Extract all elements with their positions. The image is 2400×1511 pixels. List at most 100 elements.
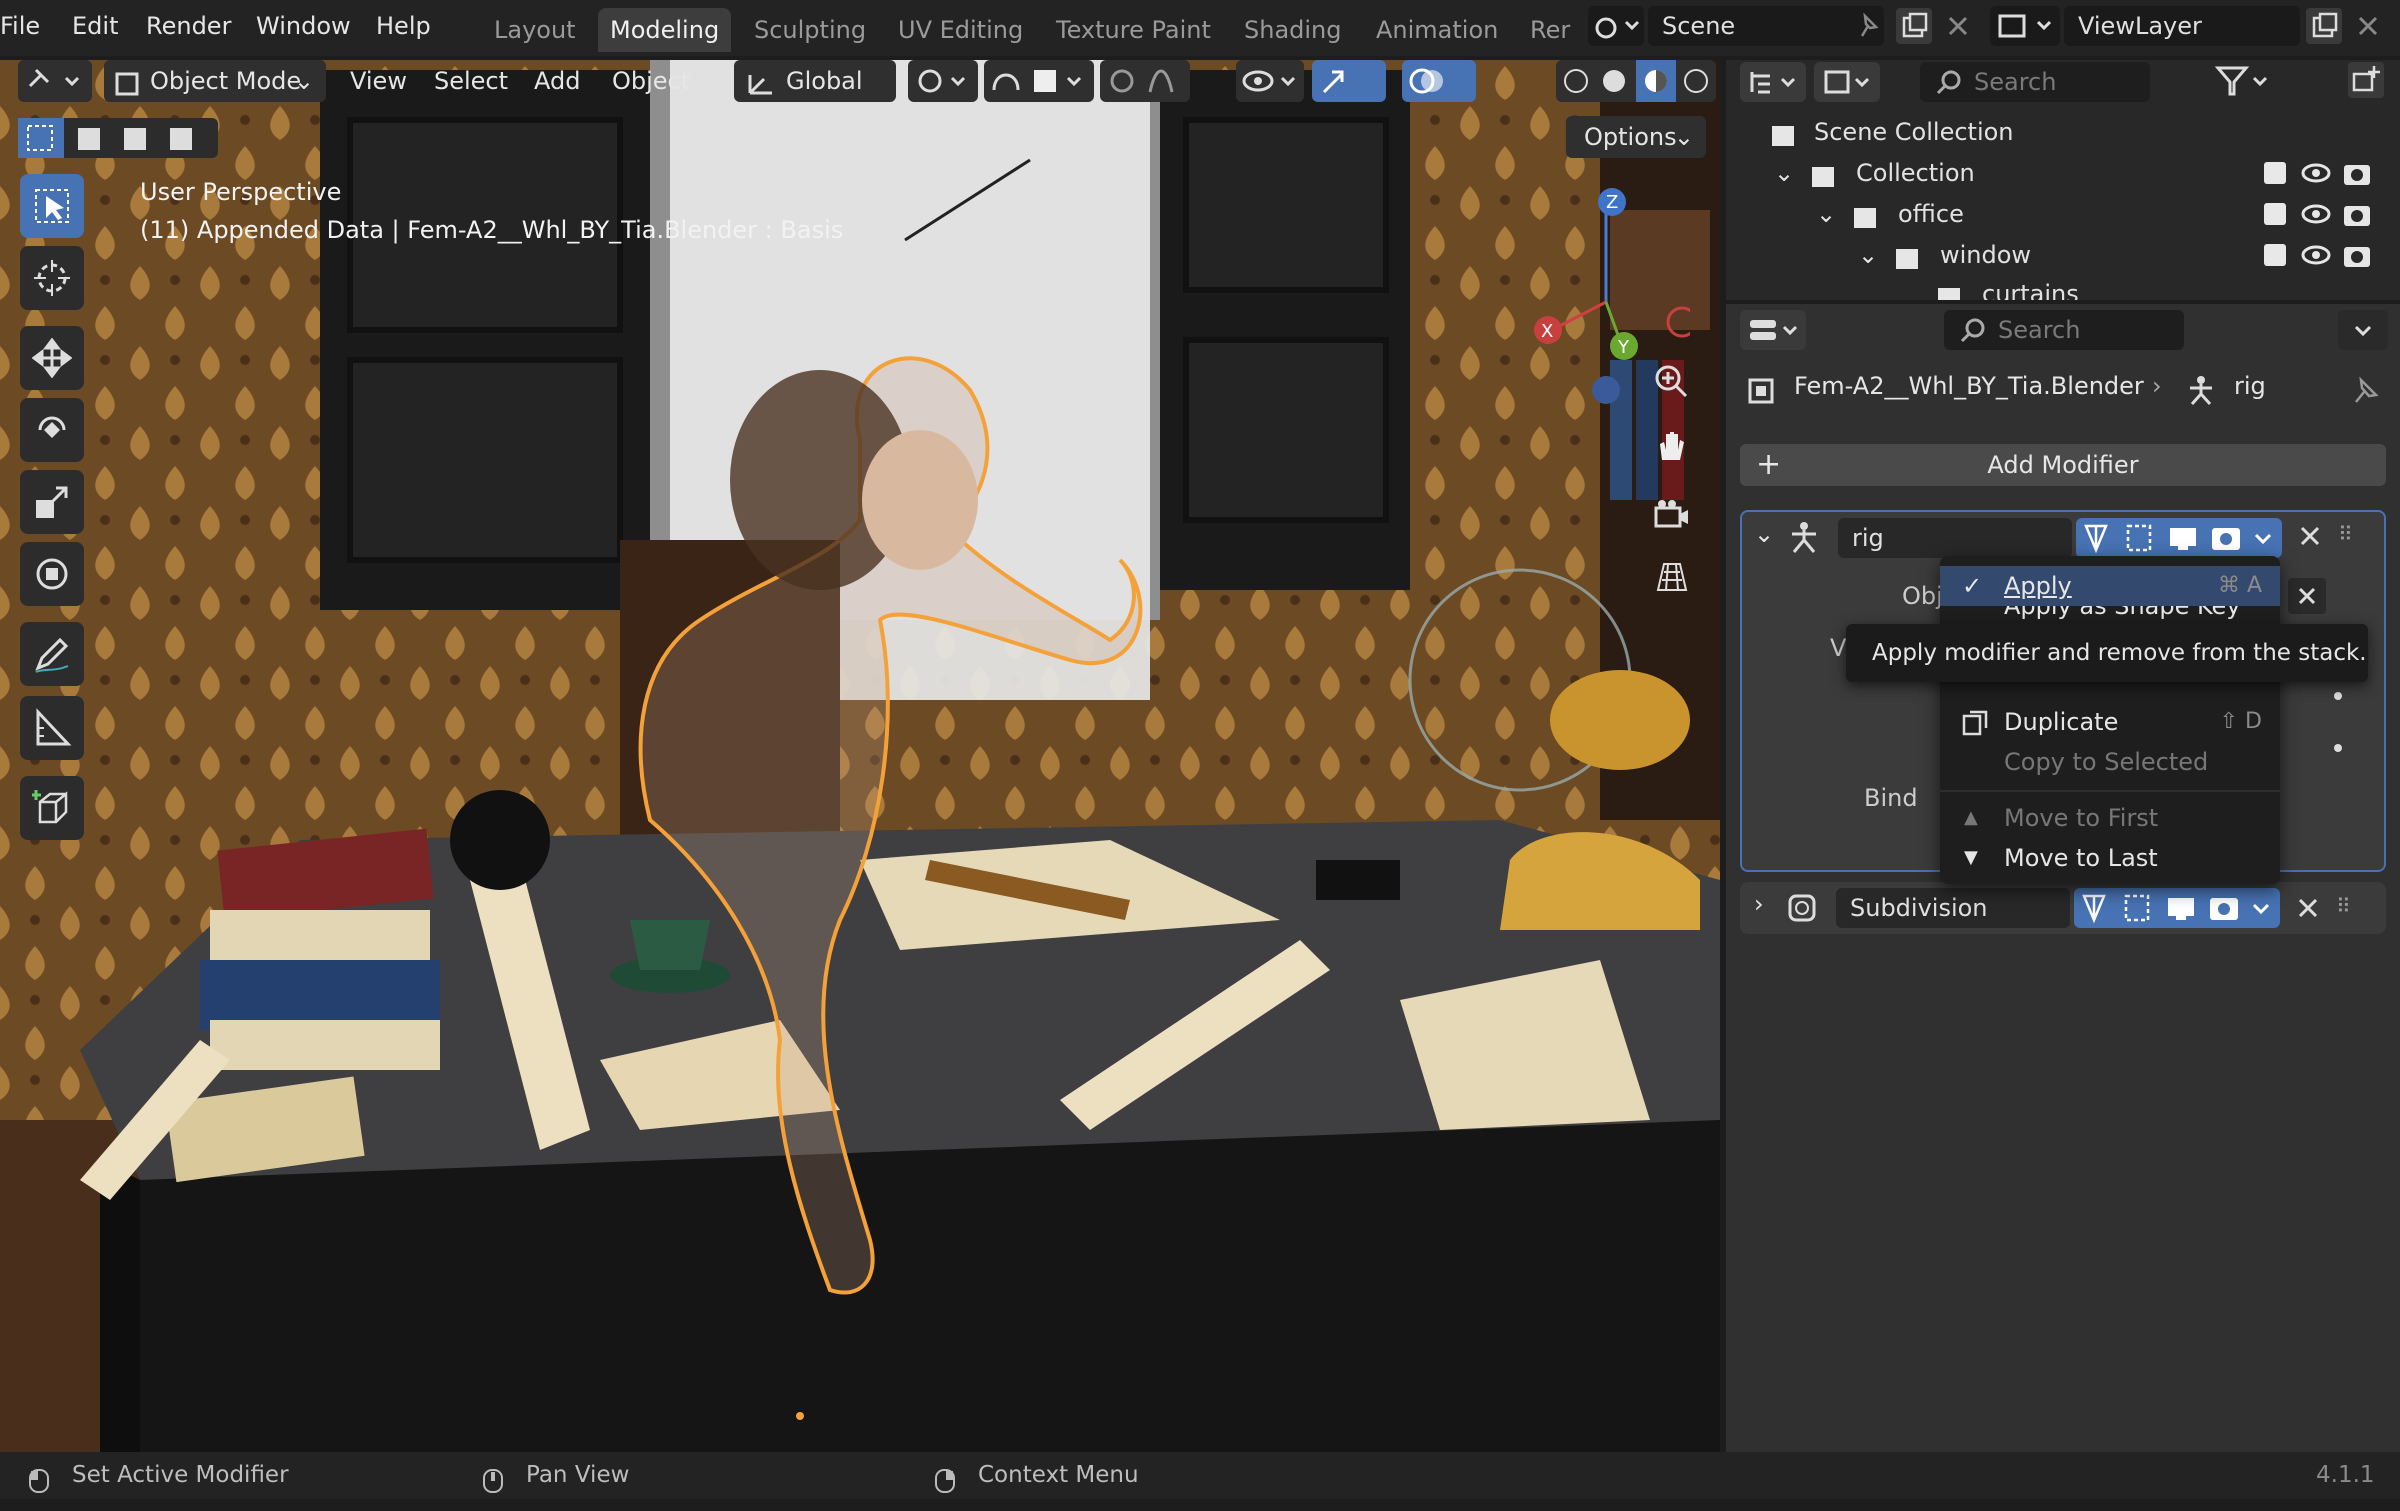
transform-tool[interactable] [20,542,84,606]
outliner-row-office[interactable]: ⌄ office [1726,194,2400,234]
new-viewlayer-icon[interactable] [2306,8,2342,44]
pin-icon[interactable] [2350,376,2380,410]
tab-modeling[interactable]: Modeling [598,8,732,52]
menu-item-duplicate[interactable]: Duplicate ⇧ D [1940,702,2280,742]
eye-icon[interactable] [2300,159,2332,199]
close-viewlayer-icon[interactable] [2354,12,2382,44]
menu-edit[interactable]: Edit [72,0,118,52]
eye-icon[interactable] [2300,200,2332,240]
outliner-row-collection[interactable]: ⌄ Collection [1726,153,2400,193]
orientation-dropdown[interactable]: Global [734,60,896,102]
select-box-tool[interactable] [20,174,84,238]
tab-sculpting[interactable]: Sculpting [742,8,878,52]
modifier-name-input[interactable]: Subdivision [1836,888,2070,928]
view-menu[interactable]: View [350,60,407,102]
snap-button[interactable] [984,60,1094,102]
outliner-row-scene-collection[interactable]: Scene Collection [1726,112,2400,152]
add-modifier-button[interactable]: + Add Modifier [1740,444,2386,486]
tab-animation[interactable]: Animation [1364,8,1510,52]
add-cube-tool[interactable] [20,776,84,840]
menu-item-apply[interactable]: ✓ Apply ⌘ A [1940,566,2280,606]
tab-render[interactable]: Rer [1518,8,1582,52]
object-menu[interactable]: Object [612,60,690,102]
exclude-checkbox[interactable] [2264,162,2286,184]
select-menu[interactable]: Select [434,60,508,102]
measure-tool[interactable] [20,696,84,760]
menu-render[interactable]: Render [146,0,231,52]
overlays-toggle-button[interactable] [1402,60,1476,102]
camera-render-icon[interactable] [2342,200,2372,240]
camera-view-icon[interactable] [1652,494,1692,538]
options-dropdown[interactable]: Options ⌄ [1566,116,1706,158]
menu-window[interactable]: Window [256,0,351,52]
visibility-button[interactable] [1236,60,1304,102]
menu-item-apply-as-shape-key[interactable]: Apply as Shape Key [1940,606,2280,626]
modifier-visibility-toggles[interactable] [2076,518,2282,558]
exclude-checkbox[interactable] [2264,244,2286,266]
pivot-point-button[interactable] [908,60,978,102]
close-scene-icon[interactable] [1944,12,1972,44]
close-icon[interactable] [2294,894,2322,926]
modifier-visibility-toggles[interactable] [2074,888,2280,928]
new-scene-icon[interactable] [1896,8,1932,44]
properties-editor-type-button[interactable] [1740,310,1806,350]
scale-icon [36,486,68,518]
zoom-icon[interactable] [1650,360,1690,404]
breadcrumb: Fem-A2__Whl_BY_Tia.Blender › rig [1726,368,2400,412]
tab-texture-paint[interactable]: Texture Paint [1044,8,1223,52]
move-tool[interactable] [20,326,84,390]
add-menu[interactable]: Add [534,60,580,102]
status-left-text: Set Active Modifier [72,1462,289,1488]
drag-handle-icon[interactable]: ⠿ [2338,522,2353,546]
viewlayer-name-field[interactable]: ViewLayer [2064,6,2300,46]
cursor-tool[interactable] [20,246,84,310]
outliner-filter-view-button[interactable] [1814,62,1880,102]
gizmo-toggle-button[interactable] [1312,60,1386,102]
camera-render-icon[interactable] [2342,159,2372,199]
viewlayer-selector-button[interactable] [1990,6,2060,46]
tab-layout[interactable]: Layout [482,8,588,52]
menu-item-move-to-last[interactable]: ▼ Move to Last [1940,838,2280,878]
tab-uv-editing[interactable]: UV Editing [886,8,1035,52]
chevron-down-icon[interactable]: ⌄ [1754,520,1774,548]
modifier-name-input[interactable]: rig [1838,518,2072,558]
chevron-down-icon[interactable]: ⌄ [1858,235,1878,275]
filter-icon[interactable] [2214,62,2274,106]
menu-item-move-to-first[interactable]: ▲ Move to First [1940,798,2280,838]
selection-mode-buttons[interactable] [18,118,218,158]
hand-pan-icon[interactable] [1652,426,1692,470]
tab-shading[interactable]: Shading [1232,8,1354,52]
outliner-row-window[interactable]: ⌄ window [1726,235,2400,275]
shading-mode-buttons[interactable] [1556,60,1716,102]
outliner-display-mode-button[interactable] [1740,62,1806,102]
3d-viewport[interactable]: Object Mode ⌄ View Select Add Object Glo… [0,60,1720,1452]
menu-item-copy-to-selected[interactable]: Copy to Selected [1940,742,2280,782]
close-icon[interactable] [2296,522,2324,554]
menu-file[interactable]: File [0,0,40,52]
exclude-checkbox[interactable] [2264,203,2286,225]
chevron-down-icon[interactable]: ⌄ [1774,153,1794,193]
object-mode-dropdown[interactable]: Object Mode ⌄ [104,60,326,102]
pin-icon[interactable] [1856,12,1880,44]
ortho-toggle-icon[interactable] [1652,556,1692,600]
viewlayer-icon [1998,14,2052,38]
rotate-tool[interactable] [20,398,84,462]
chevron-down-icon[interactable]: ⌄ [1816,194,1836,234]
editor-type-button[interactable] [18,60,92,102]
scene-name-field[interactable]: Scene [1648,6,1884,46]
outliner-row-curtains[interactable]: curtains [1726,274,2400,300]
scale-tool[interactable] [20,470,84,534]
chevron-right-icon[interactable]: › [1754,890,1764,918]
rotate-icon [38,416,66,438]
drag-handle-icon[interactable]: ⠿ [2336,894,2351,918]
proportional-editing-button[interactable] [1100,60,1190,102]
scene-selector-button[interactable] [1588,6,1644,46]
menu-help[interactable]: Help [376,0,431,52]
annotate-tool[interactable] [20,622,84,686]
clear-object-icon[interactable] [2288,578,2326,614]
modifier-context-menu: ✓ Apply ⌘ A Apply as Shape Key Duplicate… [1940,556,2280,884]
orientation-label: Global [786,67,863,95]
properties-options-dropdown[interactable] [2338,310,2388,350]
new-collection-icon[interactable] [2348,62,2384,98]
outliner-row-label: window [1940,241,2032,269]
